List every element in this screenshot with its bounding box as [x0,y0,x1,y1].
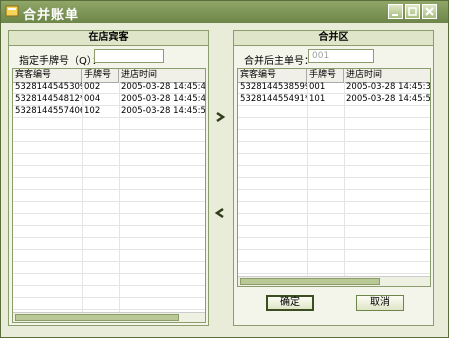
empty-row [238,106,430,118]
chevron-right-icon [216,111,226,123]
move-right-button[interactable] [214,111,226,123]
empty-row [13,178,205,190]
master-bill-input[interactable]: 001 [308,49,374,63]
card-number-cell: 002 [84,82,101,92]
empty-row [13,166,205,178]
arrival-time-cell: 2005-03-28 14:45:45 [121,82,206,92]
guest-id-cell: 5328144545309* [15,82,82,92]
table-row[interactable]: 5328144538599* 001 2005-03-28 14:45:38 [238,82,430,94]
empty-row [238,262,430,274]
panel-header: 在店宾客 [9,31,208,46]
table-row[interactable]: 532814454812* 004 2005-03-28 14:45:48 [13,94,205,106]
empty-row [13,130,205,142]
in-store-guests-panel: 在店宾客 指定手牌号（Q）： 宾客编号 手牌号 进店时间 53281445453… [8,30,209,326]
column-guest-id[interactable]: 宾客编号 [13,69,82,82]
table-row[interactable]: 5328144545309* 002 2005-03-28 14:45:45 [13,82,205,94]
empty-row [13,250,205,262]
guest-id-cell: 532814454812* [15,94,82,104]
empty-row [13,142,205,154]
card-number-cell: 001 [309,82,326,92]
maximize-icon [408,7,417,16]
empty-row [238,226,430,238]
chevron-left-icon [214,207,224,219]
arrival-time-cell: 2005-03-28 14:45:57 [121,106,206,116]
move-left-button[interactable] [214,207,226,219]
merge-list[interactable]: 宾客编号 手牌号 进店时间 5328144538599* 001 2005-03… [237,68,431,287]
guest-id-cell: 5328144538599* [240,82,307,92]
card-number-cell: 004 [84,94,101,104]
empty-row [238,154,430,166]
table-row[interactable]: 532814455491* 101 2005-03-28 14:45:54 [238,94,430,106]
arrival-time-cell: 2005-03-28 14:45:54 [346,94,431,104]
empty-row [238,166,430,178]
guest-id-cell: 5328144557406* [15,106,82,116]
in-store-guests-list[interactable]: 宾客编号 手牌号 进店时间 5328144545309* 002 2005-03… [12,68,206,323]
empty-row [238,142,430,154]
scrollbar-thumb[interactable] [15,314,179,321]
ok-button[interactable]: 确定 [266,295,314,311]
column-card-number[interactable]: 手牌号 [307,69,344,82]
horizontal-scrollbar[interactable] [13,312,205,322]
window-title: 合并账单 [23,8,80,23]
merge-bill-dialog: 合并账单 在店宾客 指定手牌号（Q）： 宾客编号 手牌号 进店时间 532814… [0,0,449,338]
empty-row [13,202,205,214]
empty-row [13,298,205,310]
column-arrival-time[interactable]: 进店时间 [119,69,205,82]
empty-row [238,118,430,130]
arrival-time-cell: 2005-03-28 14:45:48 [121,94,206,104]
empty-row [13,226,205,238]
minimize-button[interactable] [388,4,403,19]
card-number-label: 指定手牌号（Q）： [19,56,102,67]
scrollbar-thumb[interactable] [240,278,380,285]
close-icon [425,7,434,16]
empty-row [13,286,205,298]
empty-row [13,274,205,286]
empty-row [238,130,430,142]
empty-row [238,190,430,202]
maximize-button[interactable] [405,4,420,19]
card-number-cell: 102 [84,106,101,116]
empty-row [13,214,205,226]
list-header: 宾客编号 手牌号 进店时间 [13,69,205,83]
empty-row [13,238,205,250]
column-arrival-time[interactable]: 进店时间 [344,69,430,82]
minimize-icon [392,14,398,16]
horizontal-scrollbar[interactable] [238,276,430,286]
empty-row [238,238,430,250]
empty-row [238,250,430,262]
empty-row [13,118,205,130]
column-card-number[interactable]: 手牌号 [82,69,119,82]
empty-row [238,214,430,226]
app-icon [5,5,19,17]
column-guest-id[interactable]: 宾客编号 [238,69,307,82]
empty-row [13,190,205,202]
empty-row [13,262,205,274]
card-number-input[interactable] [94,49,164,63]
cancel-button[interactable]: 取消 [356,295,404,311]
guest-id-cell: 532814455491* [240,94,307,104]
panel-header: 合并区 [234,31,433,46]
arrival-time-cell: 2005-03-28 14:45:38 [346,82,431,92]
empty-row [238,178,430,190]
list-header: 宾客编号 手牌号 进店时间 [238,69,430,83]
table-row[interactable]: 5328144557406* 102 2005-03-28 14:45:57 [13,106,205,118]
close-button[interactable] [422,4,437,19]
title-bar[interactable]: 合并账单 [1,1,448,23]
merge-area-panel: 合并区 合并后主单号： 001 宾客编号 手牌号 进店时间 5328144538… [233,30,434,326]
master-bill-label: 合并后主单号： [244,56,314,67]
empty-row [238,202,430,214]
card-number-cell: 101 [309,94,326,104]
empty-row [13,154,205,166]
